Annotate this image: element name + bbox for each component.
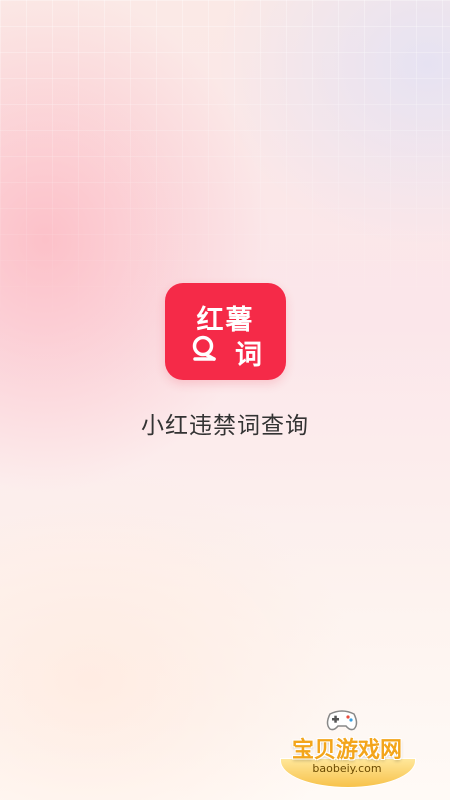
watermark-url: baobeiy.com: [312, 762, 382, 775]
logo-text-bottom: 词: [235, 340, 264, 371]
logo-text-top: 红薯: [196, 305, 255, 336]
background-grid: [0, 0, 450, 330]
gamepad-icon: [326, 710, 358, 731]
app-logo: 红薯 词: [165, 283, 286, 380]
app-name: 小红违禁词查询: [141, 413, 309, 439]
watermark-site-name: 宝贝游戏网: [291, 738, 402, 763]
site-watermark: 宝贝游戏网 baobeiy.com: [272, 700, 422, 795]
